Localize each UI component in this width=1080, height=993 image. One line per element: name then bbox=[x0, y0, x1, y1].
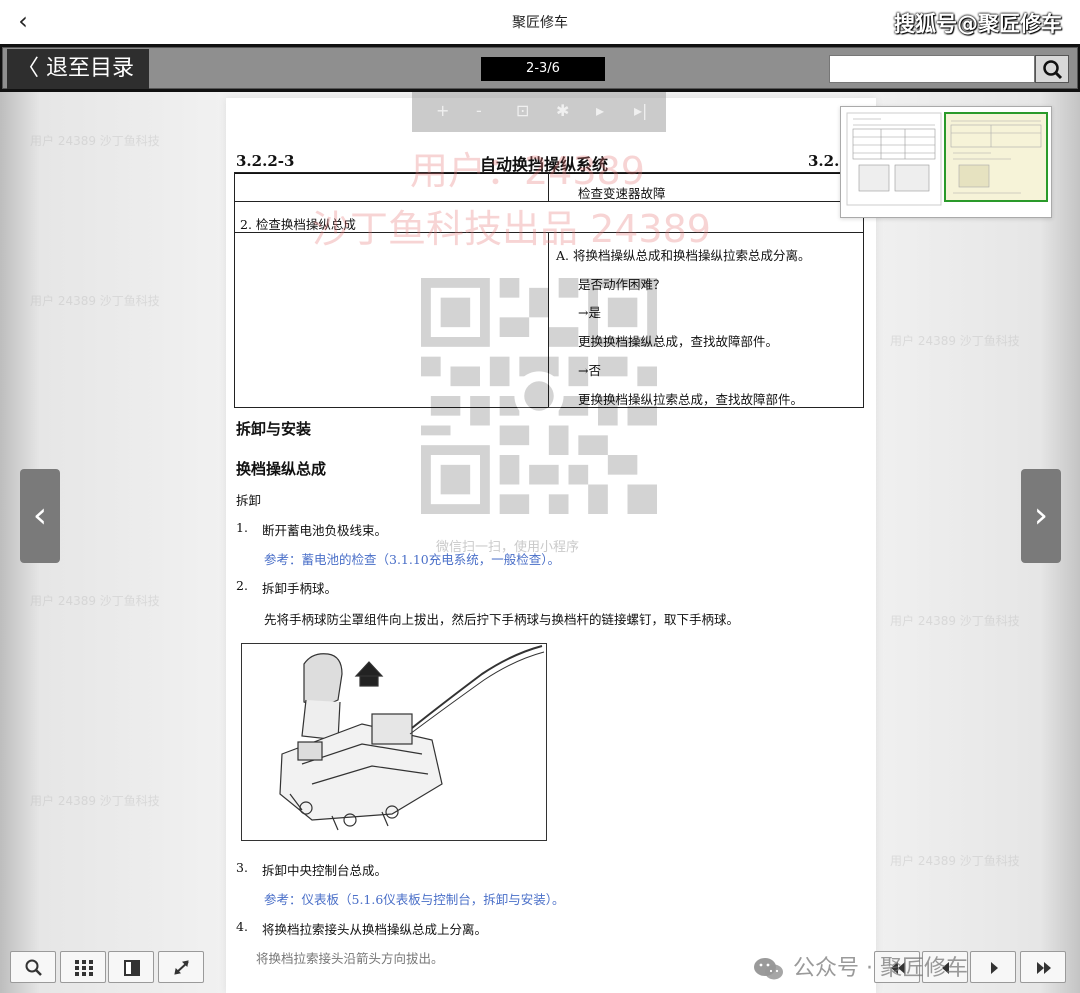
bg-watermark: 用户 24389 沙丁鱼科技 bbox=[890, 334, 1020, 348]
next-page-bottom-button[interactable] bbox=[970, 951, 1016, 983]
step-number: 1. bbox=[236, 520, 248, 535]
bg-watermark: 用户 24389 沙丁鱼科技 bbox=[30, 294, 160, 308]
zoom-in-icon[interactable]: + bbox=[436, 101, 449, 120]
thumbnail-previews bbox=[846, 112, 1048, 206]
page-viewport[interactable]: 用户 24389 沙丁鱼科技 用户 24389 沙丁鱼科技 用户 24389 沙… bbox=[0, 92, 1080, 993]
book-icon bbox=[124, 960, 140, 976]
fit-page-icon[interactable]: ⊡ bbox=[516, 101, 529, 120]
search-icon bbox=[1043, 60, 1063, 80]
step-text: 拆卸中央控制台总成。 bbox=[262, 863, 388, 878]
zoom-out-icon[interactable]: - bbox=[476, 101, 482, 120]
fullscreen-button[interactable] bbox=[158, 951, 204, 983]
chevron-right-icon bbox=[991, 962, 998, 974]
rotate-icon[interactable]: ✱ bbox=[556, 101, 569, 120]
current-page-thumbnail bbox=[944, 112, 1048, 202]
step-text: 将换档拉索接头从换档操纵总成上分离。 bbox=[262, 922, 488, 937]
reference-link[interactable]: 参考：仪表板（5.1.6仪表板与控制台，拆卸与安装）。 bbox=[264, 889, 565, 908]
shift-assembly-illustration bbox=[279, 645, 545, 831]
heading-remove-install: 拆卸与安装 bbox=[236, 420, 312, 438]
page-indicator: 2-3/6 bbox=[481, 57, 605, 81]
search-button[interactable] bbox=[1035, 55, 1069, 83]
zoom-controls: + - ⊡ ✱ ▸ ▸| bbox=[412, 92, 666, 132]
bookmark-button[interactable] bbox=[108, 951, 154, 983]
document-viewer: ‹ 聚匠修车 搜狐号@聚匠修车 〈 退至目录 2-3/6 用户 24389 沙丁… bbox=[0, 0, 1080, 993]
bg-watermark: 用户 24389 沙丁鱼科技 bbox=[30, 594, 160, 608]
double-chevron-right-icon bbox=[1037, 962, 1051, 974]
bottom-watermark: 公众号 · 聚匠修车 bbox=[752, 950, 968, 982]
user-watermark: 用户：24389 bbox=[410, 149, 645, 193]
viewer-toolbar: 〈 退至目录 2-3/6 bbox=[0, 44, 1080, 92]
subheading-remove: 拆卸 bbox=[236, 493, 262, 508]
grid-icon bbox=[75, 960, 93, 976]
chevron-left-icon: ‹ bbox=[32, 495, 48, 536]
next-page-button[interactable]: › bbox=[1021, 469, 1061, 563]
magnifier-icon bbox=[25, 959, 42, 976]
last-page-button[interactable] bbox=[1020, 951, 1066, 983]
play-icon[interactable]: ▸ bbox=[596, 101, 604, 120]
step-number: 4. bbox=[236, 919, 248, 934]
step-number: 3. bbox=[236, 860, 248, 875]
bg-watermark: 用户 24389 沙丁鱼科技 bbox=[890, 854, 1020, 868]
grid-view-button[interactable] bbox=[60, 951, 106, 983]
search-input[interactable] bbox=[829, 55, 1035, 83]
shift-knob-figure bbox=[241, 643, 547, 841]
qr-caption: 微信扫一扫，使用小程序 bbox=[436, 540, 580, 555]
top-bar: ‹ 聚匠修车 搜狐号@聚匠修车 bbox=[0, 0, 1080, 44]
heading-assembly: 换档操纵总成 bbox=[236, 460, 327, 478]
brand-watermark: 沙丁鱼科技出品 24389 bbox=[312, 207, 711, 251]
qr-code-icon bbox=[421, 278, 657, 514]
toolbar-panel: 〈 退至目录 2-3/6 bbox=[2, 47, 1078, 89]
step-number: 2. bbox=[236, 578, 248, 593]
chevron-right-icon: › bbox=[1033, 495, 1049, 536]
bottom-watermark-text: 公众号 · 聚匠修车 bbox=[793, 956, 968, 981]
wechat-icon bbox=[754, 958, 783, 980]
previous-page-button[interactable]: ‹ bbox=[20, 469, 60, 563]
page-thumbnail-panel bbox=[840, 106, 1052, 218]
bg-watermark: 用户 24389 沙丁鱼科技 bbox=[30, 794, 160, 808]
end-icon[interactable]: ▸| bbox=[634, 101, 647, 120]
step-text: 拆卸手柄球。 bbox=[262, 581, 338, 596]
bg-watermark: 用户 24389 沙丁鱼科技 bbox=[30, 134, 160, 148]
zoom-button[interactable] bbox=[10, 951, 56, 983]
step-detail: 先将手柄球防尘罩组件向上拔出，然后拧下手柄球与换档杆的链接螺钉，取下手柄球。 bbox=[264, 612, 740, 627]
expand-icon bbox=[174, 960, 189, 975]
bg-watermark: 用户 24389 沙丁鱼科技 bbox=[890, 614, 1020, 628]
step-text: 断开蓄电池负极线束。 bbox=[262, 523, 388, 538]
exit-to-toc-button[interactable]: 〈 退至目录 bbox=[7, 49, 149, 89]
top-watermark: 搜狐号@聚匠修车 bbox=[894, 12, 1062, 36]
section-number-left: 3.2.2-3 bbox=[236, 152, 295, 170]
